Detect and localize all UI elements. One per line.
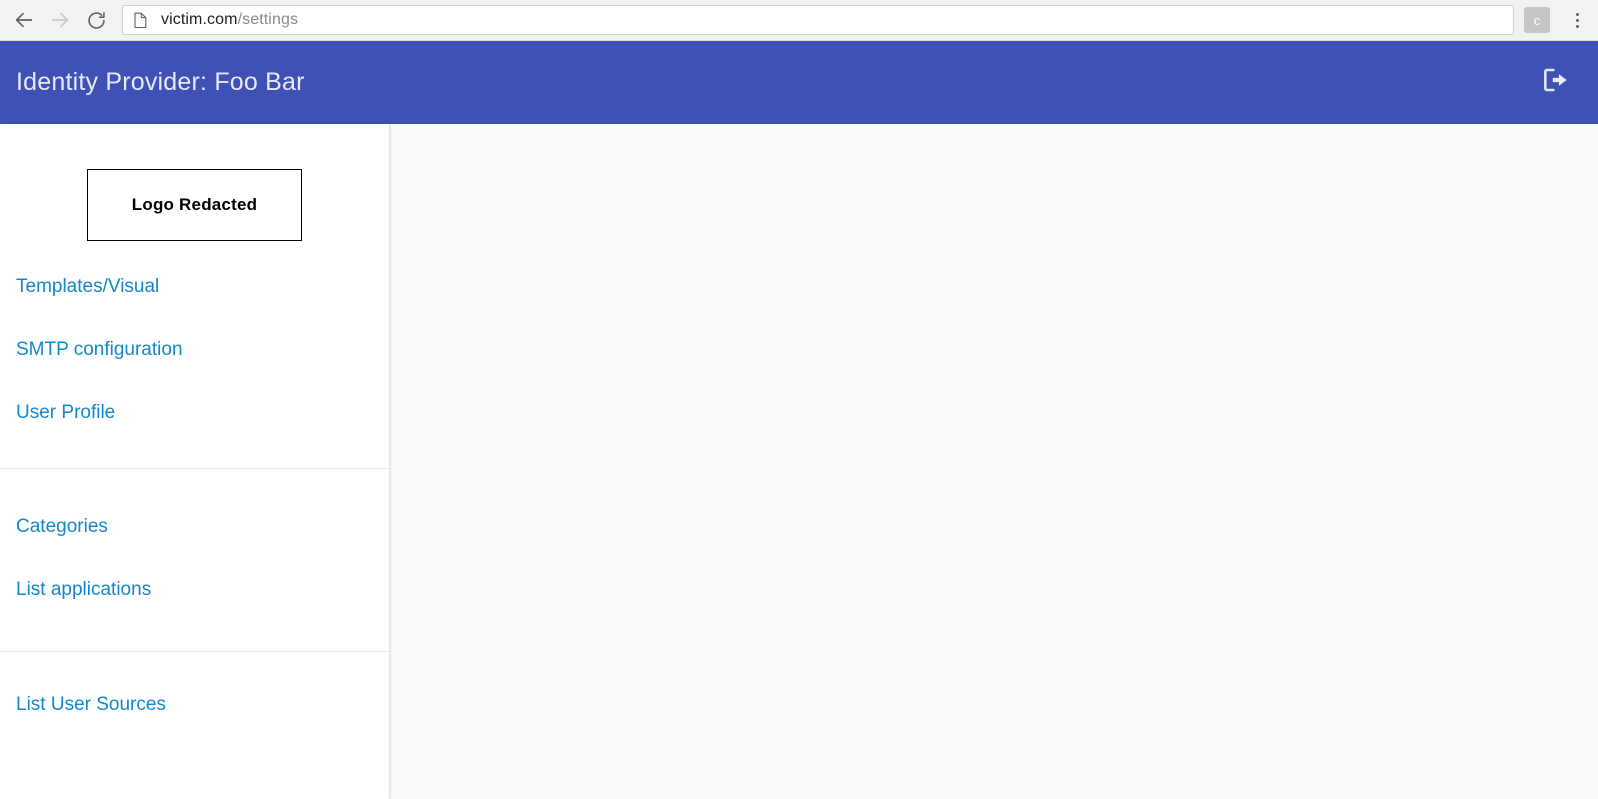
page-title: Identity Provider: Foo Bar xyxy=(16,68,305,96)
arrow-left-icon xyxy=(13,9,35,31)
logo-label: Logo Redacted xyxy=(131,195,258,214)
address-bar-text: victim.com/settings xyxy=(161,11,298,29)
address-bar[interactable]: victim.com/settings xyxy=(122,5,1514,35)
sidebar-item-list-user-sources[interactable]: List User Sources xyxy=(16,690,389,719)
sidebar-group-user-sources: List User Sources xyxy=(0,652,389,759)
reload-button[interactable] xyxy=(78,2,114,38)
main-content-area xyxy=(390,124,1598,799)
sidebar-item-smtp-configuration[interactable]: SMTP configuration xyxy=(16,335,389,364)
app-header: Identity Provider: Foo Bar xyxy=(0,41,1598,124)
profile-avatar-button[interactable]: c xyxy=(1524,7,1550,33)
url-host: victim.com xyxy=(161,11,238,28)
sidebar-item-categories[interactable]: Categories xyxy=(16,512,389,541)
back-button[interactable] xyxy=(6,2,42,38)
browser-chrome: victim.com/settings c xyxy=(0,0,1598,41)
sidebar-group-settings: Templates/Visual SMTP configuration User… xyxy=(0,241,389,468)
three-dot-menu-icon-dot xyxy=(1575,18,1579,22)
app-body: Logo Redacted Templates/Visual SMTP conf… xyxy=(0,124,1598,799)
sidebar-item-user-profile[interactable]: User Profile xyxy=(16,398,389,427)
reload-icon xyxy=(86,10,107,31)
url-path: /settings xyxy=(237,11,299,28)
sidebar-item-templates-visual[interactable]: Templates/Visual xyxy=(16,272,389,301)
logout-icon xyxy=(1540,64,1572,101)
page-document-icon xyxy=(133,12,148,29)
browser-menu-button[interactable] xyxy=(1562,2,1592,38)
arrow-right-icon xyxy=(49,9,71,31)
sidebar-group-applications: Categories List applications xyxy=(0,469,389,651)
sidebar: Logo Redacted Templates/Visual SMTP conf… xyxy=(0,124,390,799)
three-dot-menu-icon-dot xyxy=(1575,24,1579,28)
logout-button[interactable] xyxy=(1536,63,1576,103)
forward-button[interactable] xyxy=(42,2,78,38)
three-dot-menu-icon-dot xyxy=(1575,12,1579,16)
sidebar-item-list-applications[interactable]: List applications xyxy=(16,575,389,604)
logo-placeholder: Logo Redacted xyxy=(87,169,302,241)
